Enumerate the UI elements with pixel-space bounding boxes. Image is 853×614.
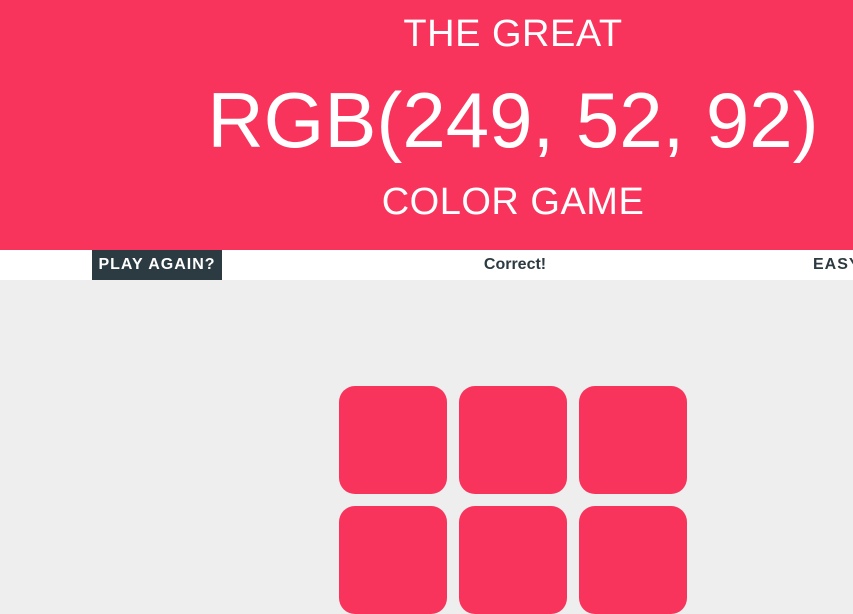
title-line-1: THE GREAT [403, 13, 623, 55]
easy-mode-button[interactable]: EASY [813, 250, 853, 280]
color-square[interactable] [339, 506, 447, 614]
header-banner: THE GREAT RGB(249, 52, 92) COLOR GAME [0, 0, 853, 250]
color-square[interactable] [579, 386, 687, 494]
title-line-3: COLOR GAME [381, 181, 645, 223]
color-square[interactable] [459, 386, 567, 494]
play-again-button[interactable]: PLAY AGAIN? [92, 250, 222, 280]
color-square[interactable] [579, 506, 687, 614]
status-message: Correct! [483, 256, 547, 273]
control-stripe: PLAY AGAIN? Correct! EASY [0, 250, 853, 280]
color-square[interactable] [459, 506, 567, 614]
rgb-display: RGB(249, 52, 92) [207, 76, 819, 164]
color-square[interactable] [339, 386, 447, 494]
